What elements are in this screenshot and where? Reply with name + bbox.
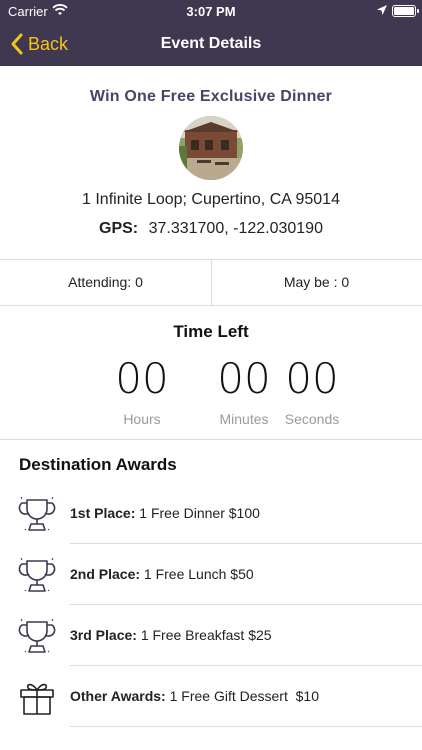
award-text: Other Awards: 1 Free Gift Dessert $10 xyxy=(70,688,319,704)
trophy-icon xyxy=(17,555,57,595)
award-row-2nd[interactable]: 2nd Place: 1 Free Lunch $50 xyxy=(0,544,422,605)
award-row-other[interactable]: Other Awards: 1 Free Gift Dessert $10 xyxy=(0,666,422,727)
hours-label: Hours xyxy=(123,411,161,427)
award-row-3rd[interactable]: 3rd Place: 1 Free Breakfast $25 xyxy=(0,605,422,666)
award-place: 3rd Place: xyxy=(70,627,137,643)
seconds-label: Seconds xyxy=(284,411,340,427)
battery-icon xyxy=(392,5,419,17)
gps-coordinates: GPS: 37.331700, -122.030190 xyxy=(0,220,422,238)
attending-count[interactable]: Attending: 0 xyxy=(0,274,211,290)
hours-value: 00 xyxy=(115,354,169,403)
trophy-icon xyxy=(17,494,57,534)
navigation-bar: Back Event Details xyxy=(0,22,422,66)
gps-label: GPS: xyxy=(99,220,139,237)
award-text: 1st Place: 1 Free Dinner $100 xyxy=(70,505,260,521)
page-title: Event Details xyxy=(160,35,262,52)
seconds-value: 00 xyxy=(285,354,339,403)
award-place: 1st Place: xyxy=(70,505,136,521)
award-place: 2nd Place: xyxy=(70,566,141,582)
row-divider xyxy=(70,726,422,727)
gift-icon xyxy=(17,677,57,717)
event-image xyxy=(179,116,243,180)
event-address: 1 Infinite Loop; Cupertino, CA 95014 xyxy=(82,191,340,208)
divider xyxy=(0,439,422,440)
time-left-title: Time Left xyxy=(173,322,249,341)
award-prize: 1 Free Lunch $50 xyxy=(143,566,254,582)
trophy-icon xyxy=(17,616,57,656)
divider xyxy=(0,305,422,306)
status-time: 3:07 PM xyxy=(186,4,236,19)
award-prize: 1 Free Dinner $100 xyxy=(139,505,260,521)
award-text: 3rd Place: 1 Free Breakfast $25 xyxy=(70,627,272,643)
header: Carrier 3:07 PM Back Event Details xyxy=(0,0,422,66)
status-bar: Carrier 3:07 PM xyxy=(0,0,422,22)
award-text: 2nd Place: 1 Free Lunch $50 xyxy=(70,566,254,582)
award-row-1st[interactable]: 1st Place: 1 Free Dinner $100 xyxy=(0,483,422,544)
award-prize: 1 Free Gift Dessert $10 xyxy=(169,688,319,704)
event-title: Win One Free Exclusive Dinner xyxy=(89,88,333,105)
award-prize: 1 Free Breakfast $25 xyxy=(140,627,272,643)
location-arrow-icon xyxy=(376,4,388,19)
award-place: Other Awards: xyxy=(70,688,166,704)
gps-value: 37.331700, -122.030190 xyxy=(148,220,323,237)
awards-title: Destination Awards xyxy=(19,455,177,474)
maybe-count[interactable]: May be : 0 xyxy=(211,274,422,290)
